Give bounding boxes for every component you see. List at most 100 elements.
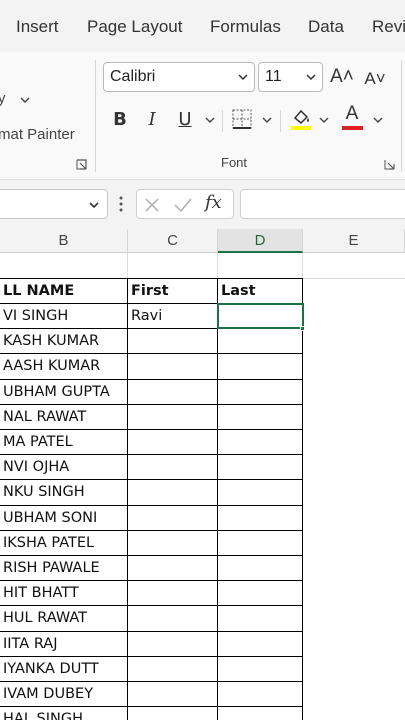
- formula-actions: fx: [136, 189, 234, 219]
- cell-first[interactable]: Ravi: [128, 304, 217, 329]
- tab-formulas[interactable]: Formulas: [210, 17, 281, 37]
- cell-last[interactable]: [218, 606, 302, 631]
- cell-last[interactable]: [218, 506, 302, 531]
- cell-last[interactable]: [218, 380, 302, 405]
- cell-full-name[interactable]: IITA RAJ: [0, 632, 127, 657]
- cell-full-name[interactable]: NVI OJHA: [0, 455, 127, 480]
- cell-full-name[interactable]: IVAM DUBEY: [0, 682, 127, 707]
- fill-handle[interactable]: [300, 326, 305, 331]
- italic-button[interactable]: I: [140, 104, 164, 134]
- ribbon: y mat Painter Calibri 11 A˄ A˅ B I U A F…: [0, 52, 405, 180]
- column-header-b[interactable]: B: [0, 229, 128, 253]
- cell-last[interactable]: [218, 632, 302, 657]
- column-header-d[interactable]: D: [218, 229, 303, 253]
- borders-icon[interactable]: [231, 108, 253, 130]
- cell-first[interactable]: [128, 430, 217, 455]
- cell-first[interactable]: [128, 480, 217, 505]
- copy-dropdown-chevron-icon[interactable]: [19, 94, 31, 106]
- cell-first[interactable]: [128, 455, 217, 480]
- font-name-dropdown[interactable]: Calibri: [103, 62, 255, 92]
- borders-dropdown-chevron-icon[interactable]: [261, 114, 273, 126]
- cell-full-name[interactable]: HAL SINGH: [0, 707, 127, 720]
- cell-first[interactable]: [128, 581, 217, 606]
- cell-first[interactable]: [128, 354, 217, 379]
- cell-full-name[interactable]: VI SINGH: [0, 304, 127, 329]
- cell-full-name[interactable]: NKU SINGH: [0, 480, 127, 505]
- fill-color-dropdown-chevron-icon[interactable]: [318, 114, 330, 126]
- cell-first[interactable]: [128, 531, 217, 556]
- cell-last[interactable]: [218, 480, 302, 505]
- cell-first[interactable]: [128, 506, 217, 531]
- cell-first[interactable]: [128, 707, 217, 720]
- font-color-icon[interactable]: A: [340, 102, 364, 126]
- name-box[interactable]: [0, 189, 108, 219]
- cell-last[interactable]: [218, 430, 302, 455]
- header-full-name[interactable]: LL NAME: [0, 279, 127, 304]
- font-launcher-icon[interactable]: [384, 159, 395, 170]
- insert-function-icon[interactable]: fx: [205, 192, 222, 213]
- cell-full-name[interactable]: NAL RAWAT: [0, 405, 127, 430]
- cell-last[interactable]: [218, 354, 302, 379]
- font-size-dropdown[interactable]: 11: [258, 62, 323, 92]
- cell-last[interactable]: [218, 657, 302, 682]
- more-options-icon[interactable]: [118, 195, 124, 213]
- bold-button[interactable]: B: [108, 104, 132, 134]
- chevron-down-icon: [306, 74, 316, 81]
- cell-last[interactable]: [218, 707, 302, 720]
- cell-last[interactable]: [218, 455, 302, 480]
- cell-full-name[interactable]: IKSHA PATEL: [0, 531, 127, 556]
- copy-fragment-icon[interactable]: y: [0, 90, 6, 107]
- cell-full-name[interactable]: IYANKA DUTT: [0, 657, 127, 682]
- cell-first[interactable]: [128, 606, 217, 631]
- format-painter-button[interactable]: mat Painter: [0, 126, 75, 143]
- cell-first[interactable]: [128, 632, 217, 657]
- separator: [280, 110, 281, 132]
- tab-page-layout[interactable]: Page Layout: [87, 17, 182, 37]
- cell-last[interactable]: [218, 556, 302, 581]
- cell-first[interactable]: [128, 657, 217, 682]
- cell-last[interactable]: [218, 405, 302, 430]
- tab-insert[interactable]: Insert: [16, 17, 59, 37]
- cell-full-name[interactable]: HIT BHATT: [0, 581, 127, 606]
- cell-last[interactable]: [218, 329, 302, 354]
- cell-first[interactable]: [128, 682, 217, 707]
- cell-full-name[interactable]: KASH KUMAR: [0, 329, 127, 354]
- active-cell-selection[interactable]: [217, 303, 304, 329]
- header-last[interactable]: Last: [218, 279, 302, 304]
- separator: [222, 110, 223, 132]
- cell-full-name[interactable]: UBHAM GUPTA: [0, 380, 127, 405]
- cell-full-name[interactable]: HUL RAWAT: [0, 606, 127, 631]
- cell-first[interactable]: [128, 329, 217, 354]
- header-first[interactable]: First: [128, 279, 217, 304]
- decrease-font-size-icon[interactable]: A˅: [362, 64, 388, 94]
- tab-review[interactable]: Revi: [372, 17, 405, 37]
- fill-color-icon[interactable]: [289, 106, 313, 132]
- group-separator: [401, 60, 402, 172]
- increase-font-size-icon[interactable]: A˄: [329, 62, 355, 92]
- font-size-value: 11: [265, 68, 282, 85]
- formula-input[interactable]: [240, 189, 405, 219]
- formula-bar-area: fx: [0, 180, 405, 229]
- cell-first[interactable]: [128, 556, 217, 581]
- cell-first[interactable]: [128, 405, 217, 430]
- enter-check-icon[interactable]: [173, 196, 193, 214]
- clipboard-launcher-icon[interactable]: [76, 159, 87, 170]
- font-color-dropdown-chevron-icon[interactable]: [372, 114, 384, 126]
- underline-dropdown-chevron-icon[interactable]: [204, 114, 216, 126]
- column-header-c[interactable]: C: [128, 229, 218, 253]
- tab-data[interactable]: Data: [308, 17, 344, 37]
- chevron-down-icon[interactable]: [87, 198, 101, 212]
- cell-full-name[interactable]: UBHAM SONI: [0, 506, 127, 531]
- underline-button[interactable]: U: [173, 104, 197, 134]
- chevron-down-icon: [238, 74, 248, 81]
- column-header-e[interactable]: E: [303, 229, 405, 253]
- cell-last[interactable]: [218, 531, 302, 556]
- cell-last[interactable]: [218, 682, 302, 707]
- cell-full-name[interactable]: AASH KUMAR: [0, 354, 127, 379]
- cell-full-name[interactable]: RISH PAWALE: [0, 556, 127, 581]
- cancel-icon[interactable]: [143, 196, 161, 214]
- cell-full-name[interactable]: MA PATEL: [0, 430, 127, 455]
- group-separator: [95, 60, 96, 172]
- cell-first[interactable]: [128, 380, 217, 405]
- cell-last[interactable]: [218, 581, 302, 606]
